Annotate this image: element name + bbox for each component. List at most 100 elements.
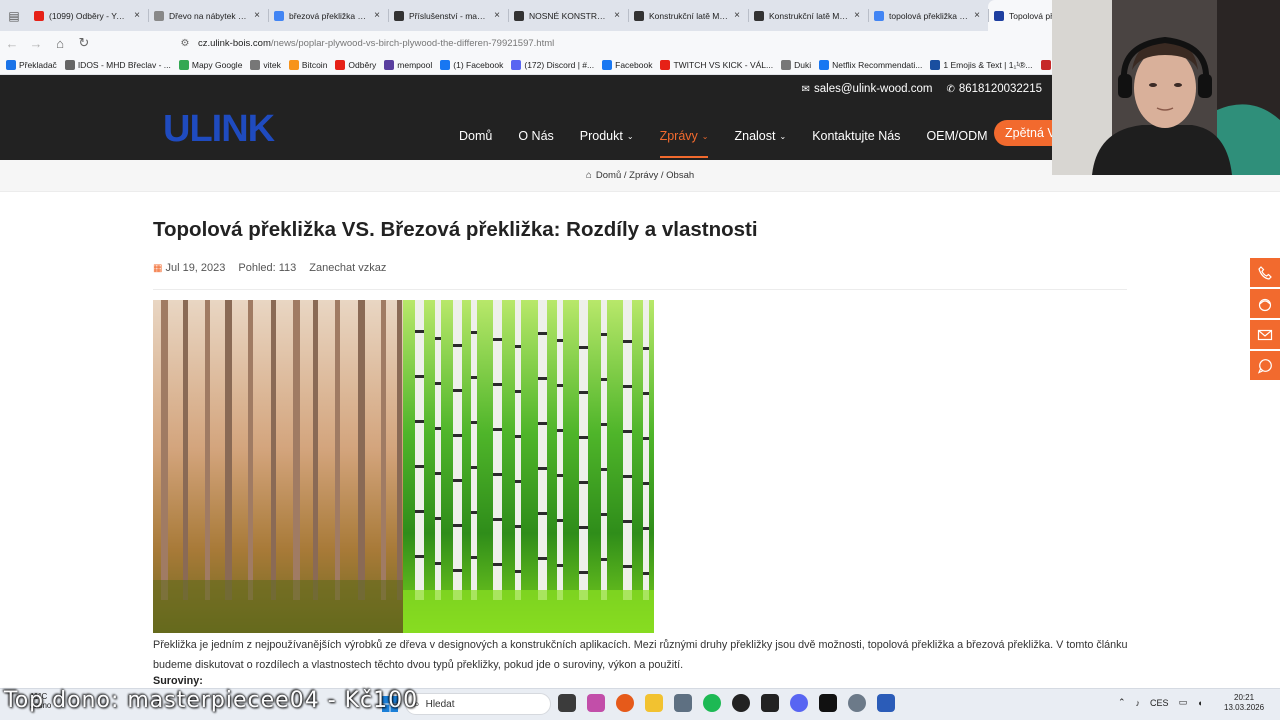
close-tab-icon[interactable]: × bbox=[252, 10, 262, 21]
bookmark-item[interactable]: Netflix Recommendati... bbox=[819, 59, 922, 70]
nav-item[interactable]: Domů bbox=[459, 126, 492, 146]
birch-bark-mark bbox=[538, 332, 547, 335]
language-indicator[interactable]: CES bbox=[1150, 698, 1169, 708]
site-logo[interactable]: ULINK bbox=[163, 108, 291, 150]
tab-title: Konstrukční latě MAR-VAN bbox=[769, 10, 848, 21]
back-icon[interactable]: ← bbox=[0, 36, 24, 51]
side-whatsapp-button[interactable] bbox=[1250, 351, 1280, 380]
microphone-icon[interactable]: ♪ bbox=[1136, 698, 1141, 708]
bookmark-label: Mapy Google bbox=[191, 59, 243, 70]
close-tab-icon[interactable]: × bbox=[612, 10, 622, 21]
breadcrumb-section[interactable]: Zprávy bbox=[629, 170, 658, 181]
close-tab-icon[interactable]: × bbox=[132, 10, 142, 21]
calculator-icon[interactable] bbox=[674, 694, 692, 712]
bookmark-item[interactable]: Překladač bbox=[6, 59, 57, 70]
side-phone-button[interactable] bbox=[1250, 258, 1280, 287]
bookmark-item[interactable]: (1) Facebook bbox=[440, 59, 503, 70]
spotify-icon[interactable] bbox=[703, 694, 721, 712]
bookmark-favicon-icon bbox=[440, 59, 451, 70]
close-tab-icon[interactable]: × bbox=[852, 10, 862, 21]
nav-item[interactable]: OEM/ODM bbox=[926, 126, 987, 146]
birch-bark-mark bbox=[493, 383, 502, 386]
chevron-up-icon[interactable]: ⌃ bbox=[1118, 697, 1126, 708]
bookmark-item[interactable]: Bitcoin bbox=[288, 59, 327, 70]
browser-tab[interactable]: Konstrukční latě MAR-VAN × bbox=[748, 0, 868, 31]
site-info-icon[interactable]: ⚙ bbox=[178, 38, 192, 49]
logo-text: ULINK bbox=[163, 110, 276, 144]
search-placeholder: Hledat bbox=[425, 698, 455, 710]
browser-tab[interactable]: topolová překližka vs bříza × bbox=[868, 0, 988, 31]
birch-bark-mark bbox=[471, 421, 477, 424]
browser-tab[interactable]: NOSNÉ KONSTRUKCE × bbox=[508, 0, 628, 31]
bookmark-favicon-icon bbox=[511, 59, 522, 70]
nav-item[interactable]: Zprávy ⌄ bbox=[659, 126, 709, 158]
bookmark-item[interactable]: 1 Emojis & Text | 1₁¹®... bbox=[930, 59, 1033, 70]
side-chat-button[interactable] bbox=[1250, 289, 1280, 318]
bookmark-item[interactable]: (172) Discord | #... bbox=[511, 59, 594, 70]
stream-donation-overlay: Top dono: masterpiecee04 - Kč100 bbox=[4, 688, 419, 713]
nav-item[interactable]: Znalost ⌄ bbox=[734, 126, 786, 146]
tab-title: (1099) Odběry - YouTube bbox=[49, 10, 128, 21]
breadcrumb-home[interactable]: Domů bbox=[596, 170, 621, 181]
birch-bark-mark bbox=[538, 557, 547, 560]
birch-bark-mark bbox=[435, 472, 441, 475]
birch-bark-mark bbox=[515, 570, 521, 573]
task-view-icon[interactable] bbox=[558, 694, 576, 712]
bookmark-item[interactable]: Odběry bbox=[335, 59, 376, 70]
file-explorer-icon[interactable] bbox=[645, 694, 663, 712]
bookmark-item[interactable]: Mapy Google bbox=[178, 59, 243, 70]
nav-item-label: O Nás bbox=[518, 129, 554, 143]
discord-icon[interactable] bbox=[790, 694, 808, 712]
capcut-icon[interactable] bbox=[761, 694, 779, 712]
phone-text: 8618120032215 bbox=[958, 83, 1042, 95]
bookmark-item[interactable]: Duki bbox=[781, 59, 811, 70]
unity-icon[interactable] bbox=[819, 694, 837, 712]
close-tab-icon[interactable]: × bbox=[372, 10, 382, 21]
phone-link[interactable]: ✆ 8618120032215 bbox=[946, 83, 1042, 95]
main-nav: Domů O Nás Produkt ⌄ Zprávy ⌄ Znalost ⌄ Kontaktu… bbox=[459, 126, 1014, 158]
bookmark-item[interactable]: IDOS - MHD Břeclav - ... bbox=[64, 59, 171, 70]
browser-tab[interactable]: Dřevo na nábytek do dílny × bbox=[148, 0, 268, 31]
bookmark-item[interactable]: mempool bbox=[384, 59, 432, 70]
nav-item[interactable]: Kontaktujte Nás bbox=[812, 126, 900, 146]
snipping-tool-icon[interactable] bbox=[587, 694, 605, 712]
close-tab-icon[interactable]: × bbox=[972, 10, 982, 21]
taskbar-search[interactable]: ⌕ Hledat bbox=[405, 693, 551, 715]
firefox-icon[interactable] bbox=[616, 694, 634, 712]
obs-icon[interactable] bbox=[732, 694, 750, 712]
close-tab-icon[interactable]: × bbox=[492, 10, 502, 21]
settings-icon[interactable] bbox=[848, 694, 866, 712]
home-icon[interactable]: ⌂ bbox=[48, 36, 72, 51]
close-tab-icon[interactable]: × bbox=[732, 10, 742, 21]
network-icon[interactable]: ▭ bbox=[1179, 697, 1188, 708]
browser-tab[interactable]: Konstrukční latě MAR-VAN × bbox=[628, 0, 748, 31]
nav-item[interactable]: O Nás bbox=[518, 126, 553, 146]
nav-item[interactable]: Produkt ⌄ bbox=[580, 126, 634, 146]
bookmark-item[interactable]: TWITCH VS KICK - VÁL... bbox=[660, 59, 773, 70]
birch-bark-mark bbox=[557, 564, 563, 567]
url-field[interactable]: ⚙ cz.ulink-bois.com/news/poplar-plywood-… bbox=[178, 32, 555, 54]
forward-icon[interactable]: → bbox=[24, 36, 48, 51]
bookmark-item[interactable]: Facebook bbox=[602, 59, 652, 70]
whatsapp-icon bbox=[1257, 358, 1272, 374]
email-link[interactable]: ✉ sales@ulink-wood.com bbox=[802, 83, 933, 95]
leave-message-link[interactable]: Zanechat vzkaz bbox=[309, 262, 386, 274]
tab-menu-icon[interactable]: ▤ bbox=[0, 0, 28, 31]
taskbar-clock[interactable]: 20:21 13.03.2026 bbox=[1224, 693, 1264, 713]
bookmark-label: 1 Emojis & Text | 1₁¹®... bbox=[943, 59, 1033, 70]
chevron-down-icon: ⌄ bbox=[701, 131, 709, 141]
side-mail-button[interactable] bbox=[1250, 320, 1280, 349]
bookmark-item[interactable]: vitek bbox=[250, 59, 281, 70]
volume-icon[interactable]: ◖ bbox=[1197, 698, 1202, 708]
browser-tab[interactable]: Příslušenství - mar-van × bbox=[388, 0, 508, 31]
browser-tab[interactable]: (1099) Odběry - YouTube × bbox=[28, 0, 148, 31]
nav-item-label: Domů bbox=[459, 129, 493, 143]
birch-bark-mark bbox=[435, 562, 441, 565]
reload-icon[interactable]: ↻ bbox=[72, 35, 96, 51]
poplar-trunk bbox=[248, 300, 253, 600]
tab-title: březová překližka - Hledat bbox=[289, 10, 368, 21]
birch-bark-mark bbox=[623, 385, 632, 388]
word-icon[interactable] bbox=[877, 694, 895, 712]
browser-tab[interactable]: březová překližka - Hledat × bbox=[268, 0, 388, 31]
birch-bark-mark bbox=[515, 525, 521, 528]
